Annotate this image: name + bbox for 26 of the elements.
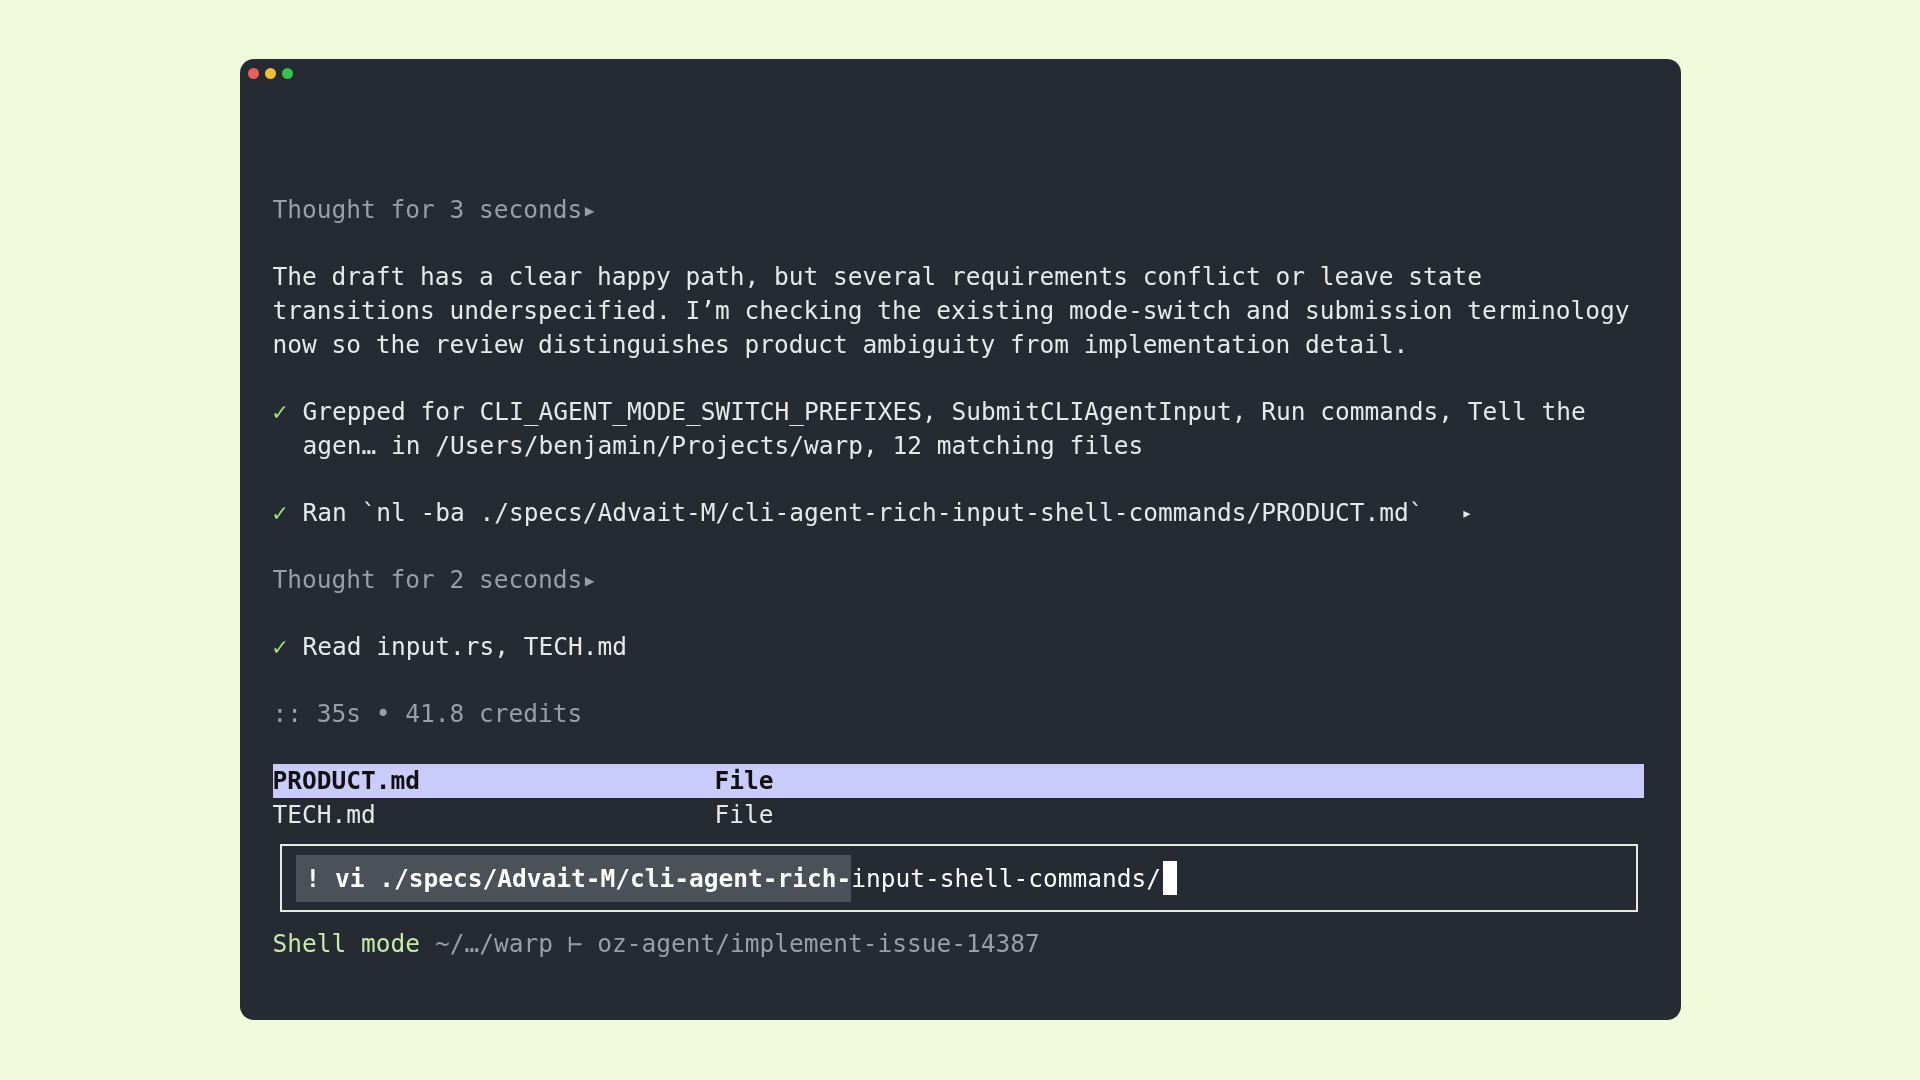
typed-text: input-shell-commands/ xyxy=(851,863,1162,893)
check-icon: ✓ xyxy=(272,395,303,463)
file-suggestion[interactable]: TECH.md File xyxy=(272,798,1644,832)
file-name: TECH.md xyxy=(272,799,377,831)
thought-summary[interactable]: Thought for 3 seconds▸ xyxy=(272,193,598,227)
file-type: File xyxy=(714,765,774,797)
file-suggestion[interactable]: PRODUCT.md File xyxy=(272,764,1644,798)
file-name: PRODUCT.md xyxy=(272,765,421,797)
tool-call-summary: Grepped for CLI_AGENT_MODE_SWITCH_PREFIXES, SubmitCLIAgentInput, Run commands, Tell the agen… in /Users/benjamin/Projects/warp, 12 matching files xyxy=(302,396,1587,462)
maximize-icon[interactable] xyxy=(281,68,293,79)
file-type: File xyxy=(714,799,774,831)
close-icon[interactable] xyxy=(247,68,259,79)
tool-call-summary: Read input.rs, TECH.md xyxy=(302,631,627,663)
check-icon: ✓ xyxy=(272,496,303,530)
text-cursor xyxy=(1163,861,1178,895)
usage-summary: :: 35s • 41.8 credits xyxy=(272,698,583,730)
minimize-icon[interactable] xyxy=(264,68,276,79)
agent-message: The draft has a clear happy path, but several requirements conflict or leave state transitions underspecified. I’m checking the existing mode-switch and submission terminology now so the review distinguishes product ambiguity from implementation detail. xyxy=(272,261,1631,361)
thought-summary[interactable]: Thought for 2 seconds▸ xyxy=(272,563,598,597)
selected-text: ! vi ./specs/Advait-M/cli-agent-rich- xyxy=(295,854,852,902)
branch-path: ~/…/warp ⊢ oz-agent/implement-issue-14387 xyxy=(435,928,1040,960)
expand-arrow[interactable]: ▸ xyxy=(1461,496,1473,530)
tool-call-summary: Ran `nl -ba ./specs/Advait-M/cli-agent-rich-input-shell-commands/PRODUCT.md` xyxy=(302,497,1424,529)
command-input[interactable]: ! vi ./specs/Advait-M/cli-agent-rich-input-shell-commands/ xyxy=(279,844,1638,912)
check-icon: ✓ xyxy=(272,630,303,664)
mode-label: Shell mode xyxy=(272,928,420,960)
